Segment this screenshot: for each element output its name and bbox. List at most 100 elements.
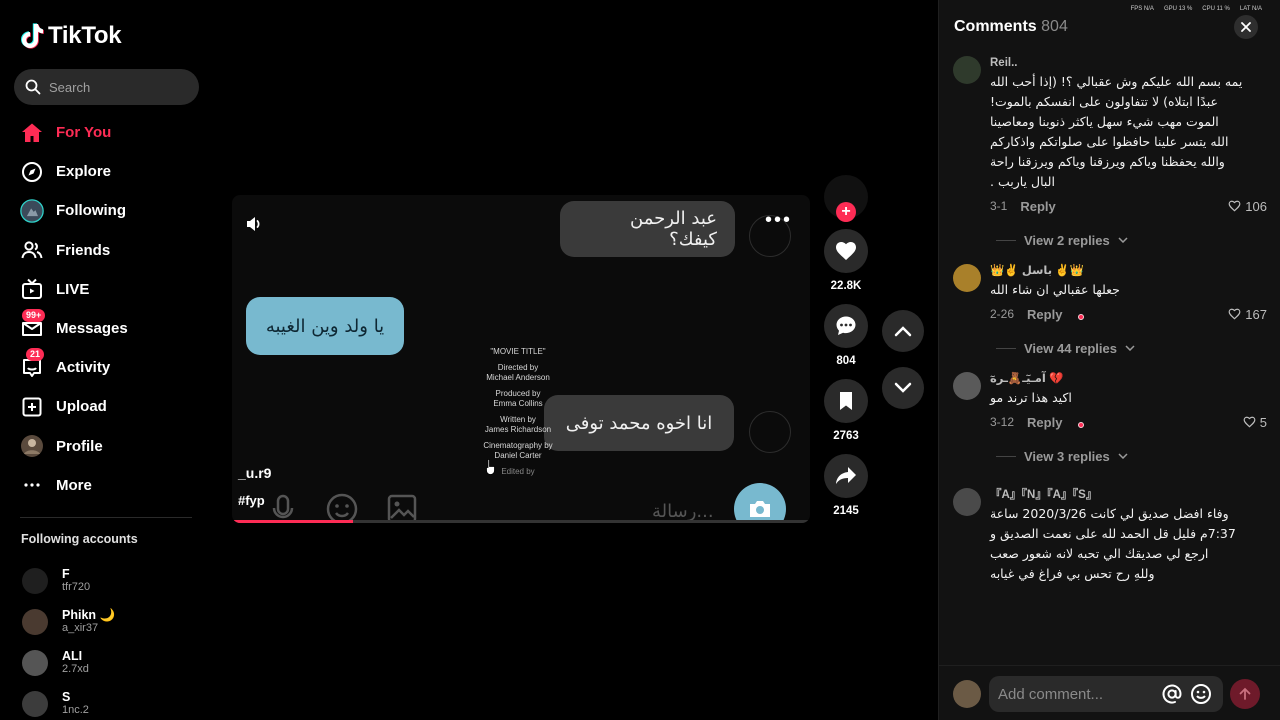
- avatar[interactable]: [953, 372, 981, 400]
- mention-at-icon[interactable]: [1161, 683, 1183, 705]
- replies-divider-line: [996, 455, 1016, 457]
- following-account[interactable]: ALI 2.7xd: [22, 642, 202, 683]
- sidebar-divider: [20, 517, 192, 518]
- video-author[interactable]: _u.r9: [238, 465, 271, 481]
- following-account[interactable]: F tfr720: [22, 560, 202, 601]
- comment-username[interactable]: Reil..: [990, 54, 1267, 72]
- main-nav: For You Explore Following Friends LIVE 9…: [20, 113, 200, 505]
- comment-item: 👑✌️ باسل ✌️👑 جعلها عقبالي ان شاء الله 2-…: [953, 262, 1267, 328]
- share-button[interactable]: [824, 454, 868, 498]
- nav-profile[interactable]: Profile: [20, 427, 200, 466]
- nav-label: Upload: [56, 398, 107, 416]
- like-button[interactable]: [824, 229, 868, 273]
- comment-item: Reil.. يمه بسم الله عليكم وش عقبالي ؟! (…: [953, 54, 1267, 220]
- comment-date: 2-26: [990, 307, 1015, 321]
- comment-username[interactable]: آمـيٓـ🧸ـرهٓ 💔: [990, 370, 1267, 388]
- nav-following[interactable]: Following: [20, 191, 200, 230]
- reply-button[interactable]: Reply: [1027, 307, 1062, 322]
- reply-button[interactable]: Reply: [1020, 199, 1055, 214]
- chevron-down-icon: [1118, 237, 1128, 243]
- nav-activity[interactable]: 21 Activity: [20, 347, 200, 387]
- sticker-face-icon: [326, 493, 358, 523]
- comment-meta: 3-1 Reply 106: [990, 192, 1267, 220]
- emoji-icon[interactable]: [1190, 683, 1212, 705]
- save-action: 2763: [823, 379, 869, 444]
- add-comment-input[interactable]: [998, 685, 1158, 703]
- comment-date: 3-12: [990, 415, 1015, 429]
- credit-label: Written by: [500, 415, 536, 424]
- volume-icon[interactable]: [244, 214, 264, 234]
- avatar: [22, 649, 48, 676]
- avatar[interactable]: [953, 56, 981, 84]
- credit-name: Daniel Carter: [494, 451, 542, 460]
- credit-name: James Richardson: [484, 425, 552, 434]
- avatar[interactable]: [953, 264, 981, 292]
- view-replies-button[interactable]: View 3 replies: [953, 436, 1267, 476]
- video-hashtag[interactable]: #fyp: [238, 493, 265, 508]
- post-comment-button[interactable]: [1230, 679, 1260, 709]
- chevron-up-icon: [894, 326, 912, 337]
- nav-more[interactable]: More: [20, 466, 200, 505]
- video-player[interactable]: عبد الرحمن كيفك؟ يا ولد وين الغيبه انا ا…: [232, 195, 810, 523]
- tiktok-logo[interactable]: TikTok: [20, 22, 122, 50]
- chat-bubble: يا ولد وين الغيبه: [246, 297, 404, 355]
- follow-plus-button[interactable]: +: [836, 202, 856, 222]
- nav-friends[interactable]: Friends: [20, 231, 200, 270]
- share-arrow-icon: [836, 467, 856, 484]
- comment-like-button[interactable]: 106: [1228, 199, 1267, 214]
- share-count: 2145: [833, 505, 859, 517]
- heart-outline-icon: [1243, 416, 1256, 428]
- search-bar[interactable]: [14, 69, 199, 105]
- comment-bubble-icon: [836, 316, 856, 335]
- video-progress-bar[interactable]: [232, 520, 810, 523]
- nav-live[interactable]: LIVE: [20, 270, 200, 309]
- comment-like-button[interactable]: 5: [1243, 415, 1267, 430]
- add-comment-field[interactable]: [989, 676, 1223, 712]
- reply-button[interactable]: Reply: [1027, 415, 1062, 430]
- account-username: a_xir37: [62, 622, 99, 634]
- credit-label: Directed by: [497, 363, 539, 372]
- chat-avatar-circle: [749, 411, 791, 453]
- activity-badge: 21: [26, 347, 45, 361]
- avatar[interactable]: [953, 488, 981, 516]
- following-account[interactable]: S 1nc.2: [22, 683, 202, 720]
- lat-status: LAT N/A: [1239, 6, 1262, 12]
- comment-like-count: 106: [1245, 198, 1267, 214]
- nav-label: For You: [56, 124, 112, 142]
- chevron-down-icon: [1118, 453, 1128, 459]
- creator-avatar[interactable]: +: [824, 175, 868, 222]
- more-dots-icon: [20, 473, 44, 497]
- close-icon: [1241, 22, 1251, 32]
- close-comments-button[interactable]: [1234, 15, 1258, 39]
- more-options-icon[interactable]: •••: [765, 210, 792, 230]
- comment-like-button[interactable]: 167: [1228, 307, 1267, 322]
- next-video-button[interactable]: [882, 367, 924, 409]
- nav-upload[interactable]: Upload: [20, 387, 200, 426]
- hand-cursor-icon: [486, 459, 495, 475]
- gpu-status: GPU 13 %: [1163, 6, 1193, 12]
- nav-for-you[interactable]: For You: [20, 113, 200, 152]
- comment-username[interactable]: 👑✌️ باسل ✌️👑: [990, 262, 1267, 280]
- view-replies-button[interactable]: View 2 replies: [953, 220, 1267, 260]
- replies-divider-line: [996, 347, 1016, 349]
- nav-explore[interactable]: Explore: [20, 152, 200, 191]
- credit-label: Edited by: [501, 467, 535, 476]
- following-account[interactable]: Phikn 🌙 a_xir37: [22, 601, 202, 642]
- comment-button[interactable]: [824, 304, 868, 348]
- nav-label: Messages: [56, 320, 128, 338]
- following-accounts-title: Following accounts: [21, 532, 138, 546]
- upload-icon: [20, 395, 44, 419]
- nav-label: More: [56, 476, 92, 494]
- previous-video-button[interactable]: [882, 310, 924, 352]
- nav-messages[interactable]: 99+ Messages: [20, 308, 200, 348]
- tiktok-note-icon: [21, 23, 44, 49]
- friends-icon: [20, 238, 44, 262]
- comment-meta: 2-26 Reply 167: [990, 300, 1267, 328]
- save-button[interactable]: [824, 379, 868, 423]
- account-name: S: [62, 690, 71, 704]
- comment-username[interactable]: 『A』『N』『A』『S』: [990, 486, 1267, 504]
- comments-header: Comments 804: [954, 18, 1068, 36]
- search-input[interactable]: [49, 79, 189, 95]
- chevron-down-icon: [1125, 345, 1135, 351]
- view-replies-button[interactable]: View 44 replies: [953, 328, 1267, 368]
